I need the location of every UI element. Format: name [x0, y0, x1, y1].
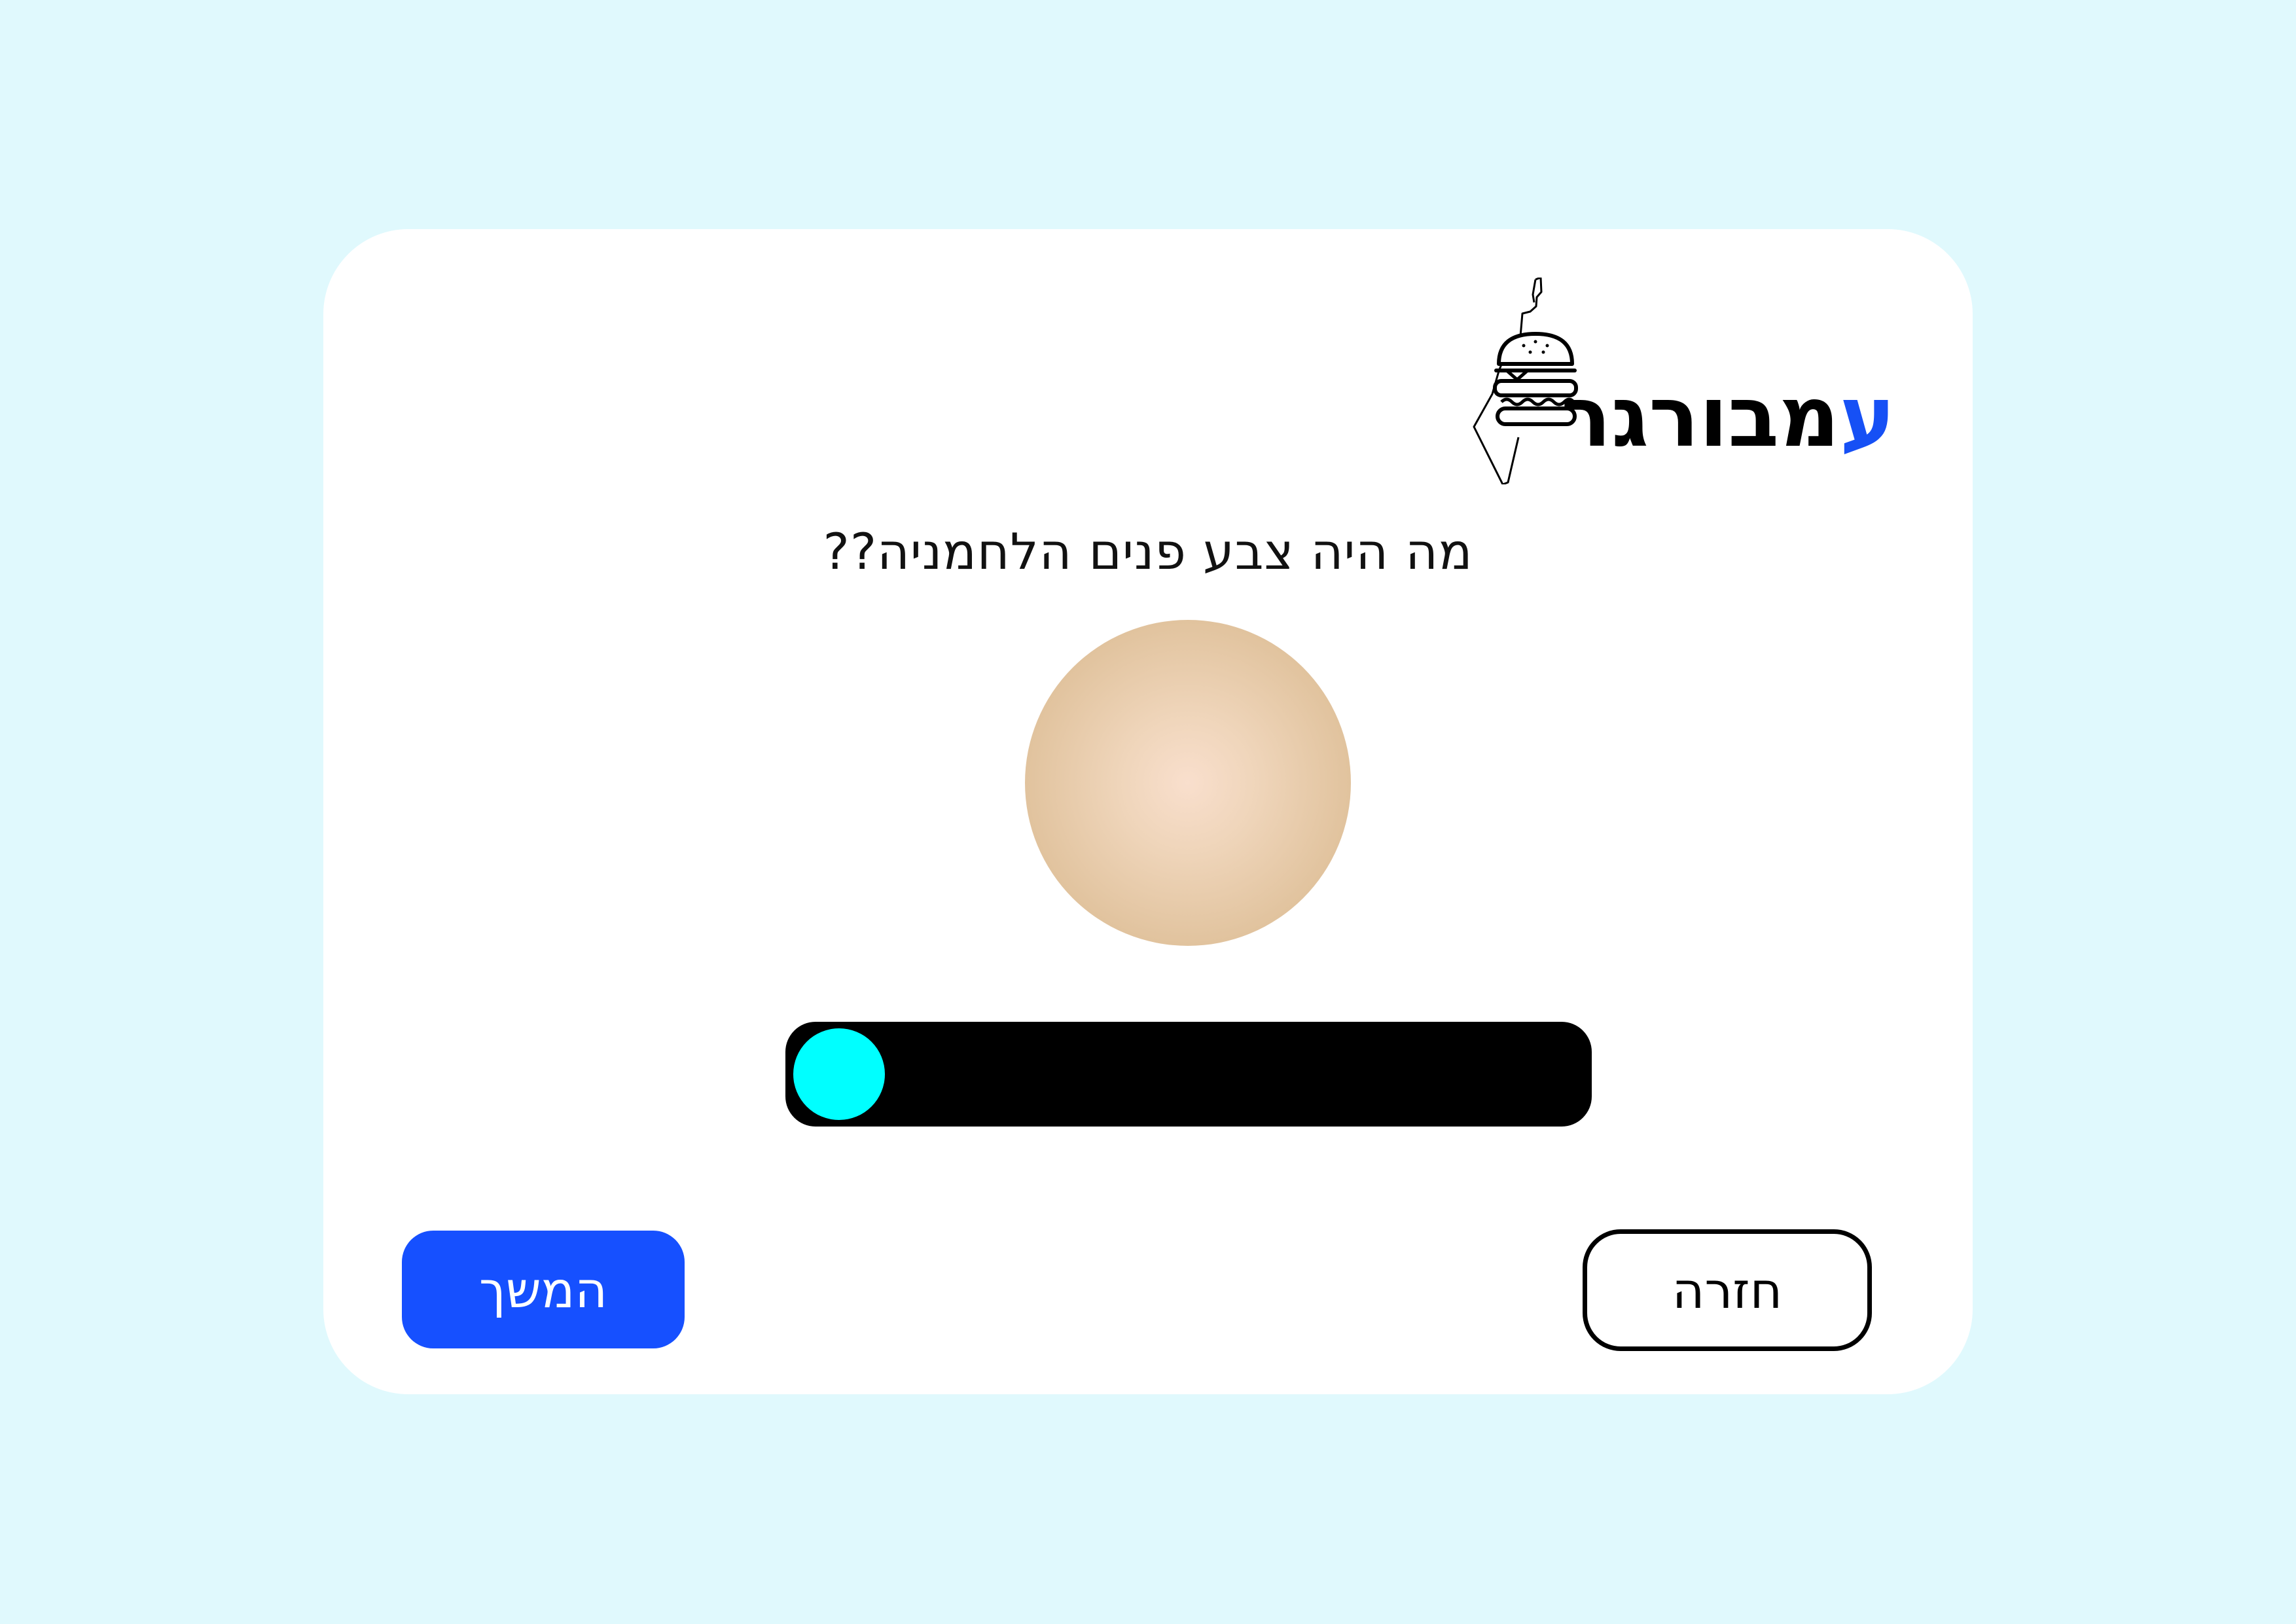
brand-name-rest: מבורגר — [1560, 369, 1840, 466]
continue-button[interactable]: המשך — [402, 1231, 685, 1348]
color-preview-circle — [1025, 620, 1351, 946]
brand-name: עמבורגר — [1561, 376, 1895, 460]
color-slider-thumb[interactable] — [793, 1028, 885, 1120]
question-title: מה היה צבע פנים הלחמניה?? — [823, 522, 1473, 581]
color-slider[interactable] — [785, 1022, 1592, 1127]
question-card: עמבורגר מה היה צבע פנים הלחמניה?? המשך ח… — [323, 229, 1973, 1394]
brand-name-first-letter: ע — [1839, 369, 1895, 466]
back-button[interactable]: חזרה — [1583, 1229, 1872, 1351]
brand-logo: עמבורגר — [1470, 278, 1928, 484]
